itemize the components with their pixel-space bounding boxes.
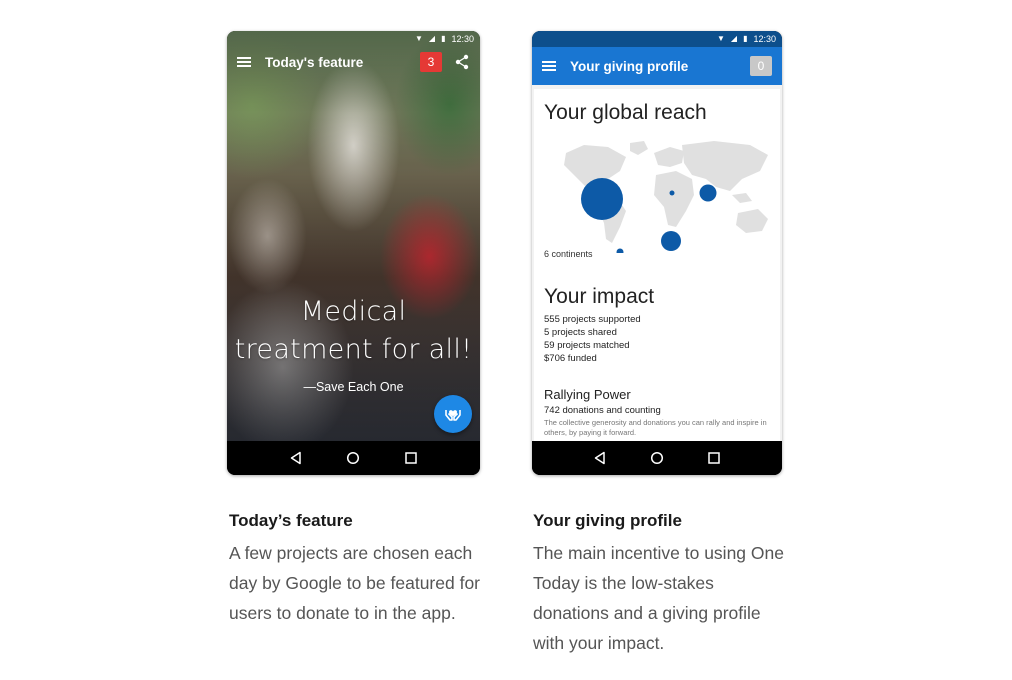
continents-count: 6 continents xyxy=(544,249,593,259)
share-icon[interactable] xyxy=(454,54,470,70)
profile-card: Your global reach 6 continents Your impa… xyxy=(534,89,780,441)
recents-button[interactable] xyxy=(706,450,722,466)
impact-item: 555 projects supported xyxy=(544,314,641,325)
phone-todays-feature: ▼ ◢ ▮ 12:30 Today's feature 3 Medical tr… xyxy=(227,31,480,475)
notification-badge[interactable]: 3 xyxy=(420,52,442,72)
back-icon xyxy=(290,451,301,465)
wifi-icon: ▼ xyxy=(414,34,423,43)
donate-fab[interactable] xyxy=(434,395,472,433)
recents-icon xyxy=(707,452,720,464)
world-map xyxy=(564,141,768,253)
status-time: 12:30 xyxy=(753,34,776,44)
caption-giving-profile: Your giving profile The main incentive t… xyxy=(533,510,793,658)
impact-item: $706 funded xyxy=(544,353,597,364)
back-button[interactable] xyxy=(592,450,608,466)
app-bar-title: Your giving profile xyxy=(570,58,689,74)
rallying-power-title: Rallying Power xyxy=(544,387,631,402)
recents-button[interactable] xyxy=(403,450,419,466)
back-icon xyxy=(595,451,606,465)
signal-icon: ◢ xyxy=(428,34,436,43)
home-button[interactable] xyxy=(345,450,361,466)
battery-icon: ▮ xyxy=(743,34,748,43)
wifi-icon: ▼ xyxy=(716,34,725,43)
impact-item: 59 projects matched xyxy=(544,340,630,351)
impact-list: 555 projects supported 5 projects shared… xyxy=(544,313,641,365)
home-button[interactable] xyxy=(649,450,665,466)
feature-headline: Medical treatment for all! xyxy=(227,293,480,369)
menu-icon[interactable] xyxy=(237,57,251,67)
home-icon xyxy=(650,451,664,465)
headline-line-1: Medical xyxy=(300,296,407,327)
home-icon xyxy=(347,451,360,465)
profile-scroll-area[interactable]: Your global reach 6 continents Your impa… xyxy=(532,85,782,441)
caption-body: A few projects are chosen each day by Go… xyxy=(229,543,480,623)
status-time: 12:30 xyxy=(451,34,474,44)
app-bar: Your giving profile 0 xyxy=(532,47,782,85)
recents-icon xyxy=(405,452,417,464)
feature-source: —Save Each One xyxy=(303,380,404,394)
headline-line-2: treatment for all! xyxy=(234,334,473,365)
app-bar: Today's feature 3 xyxy=(227,47,480,77)
phone-giving-profile: ▼ ◢ ▮ 12:30 Your giving profile 0 Your g… xyxy=(532,31,782,475)
count-badge[interactable]: 0 xyxy=(750,56,772,76)
hands-heart-icon xyxy=(445,410,461,421)
caption-todays-feature: Today’s feature A few projects are chose… xyxy=(229,510,489,628)
caption-title: Today’s feature xyxy=(229,511,353,530)
app-bar-title: Today's feature xyxy=(265,54,364,70)
global-reach-title: Your global reach xyxy=(544,101,707,124)
back-button[interactable] xyxy=(288,450,304,466)
impact-title: Your impact xyxy=(544,285,655,308)
status-bar: ▼ ◢ ▮ 12:30 xyxy=(227,31,480,47)
nav-bar xyxy=(532,441,782,475)
rallying-power-count: 742 donations and counting xyxy=(544,405,661,416)
caption-body: The main incentive to using One Today is… xyxy=(533,543,784,653)
menu-icon[interactable] xyxy=(542,61,556,71)
signal-icon: ◢ xyxy=(730,34,738,43)
battery-icon: ▮ xyxy=(441,34,446,43)
status-bar: ▼ ◢ ▮ 12:30 xyxy=(532,31,782,47)
nav-bar xyxy=(227,441,480,475)
caption-title: Your giving profile xyxy=(533,511,682,530)
rallying-power-description: The collective generosity and donations … xyxy=(544,418,767,437)
impact-item: 5 projects shared xyxy=(544,327,617,338)
